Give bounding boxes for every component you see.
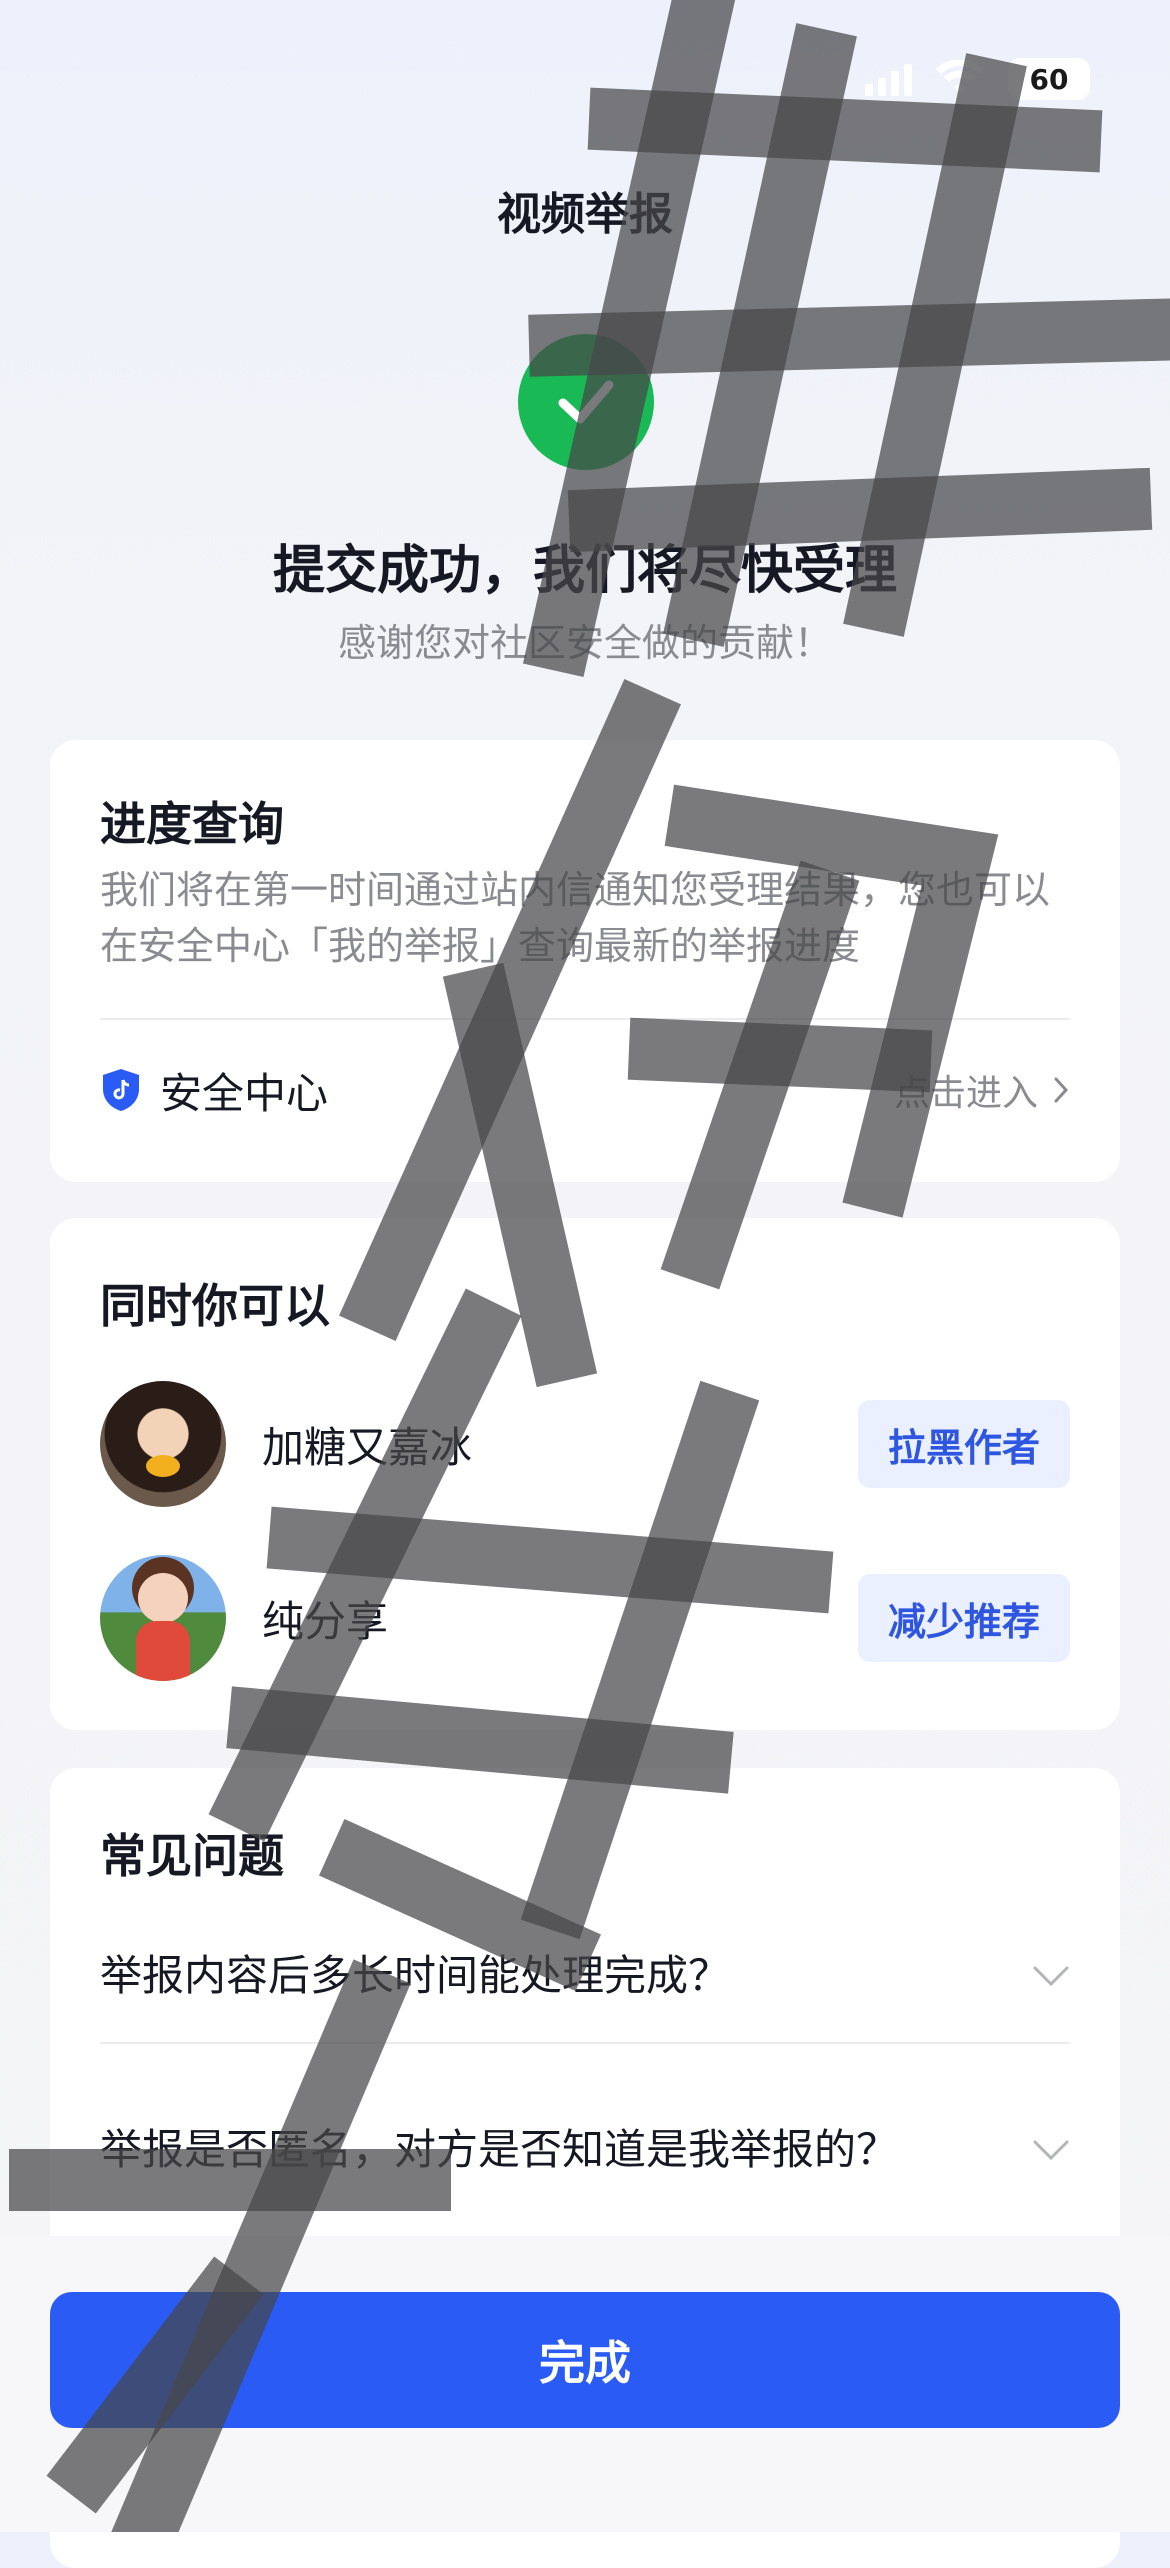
also-card: 同时你可以 加糖又嘉冰 拉黑作者 纯分享 减少推荐 [50, 1218, 1120, 1730]
shield-icon [103, 1069, 139, 1111]
check-icon [558, 380, 614, 424]
success-badge [518, 334, 654, 470]
user-row: 纯分享 减少推荐 [100, 1554, 1070, 1682]
done-button[interactable]: 完成 [50, 2292, 1120, 2428]
security-center-action: 点击进入 [893, 1073, 1038, 1114]
progress-card-title: 进度查询 [100, 797, 284, 851]
success-title: 提交成功，我们将尽快受理 [272, 541, 897, 601]
user-name: 纯分享 [262, 1596, 389, 1646]
security-center-left: 安全中心 [100, 1060, 328, 1121]
user-info[interactable]: 纯分享 [100, 1555, 388, 1681]
user-row: 加糖又嘉冰 拉黑作者 [100, 1380, 1070, 1508]
battery-indicator: 60 [1008, 58, 1090, 100]
security-center-row[interactable]: 安全中心 点击进入 [100, 1058, 1070, 1122]
progress-description: 我们将在第一时间通过站内信通知您受理结果，您也可以在安全中心「我的举报」查询最新… [100, 868, 1051, 968]
block-author-button[interactable]: 拉黑作者 [858, 1400, 1070, 1488]
faq-question: 举报内容后多长时间能处理完成？ [100, 1951, 731, 2000]
faq-card-title: 常见问题 [100, 1829, 284, 1883]
security-center-link[interactable]: 点击进入 [894, 1064, 1070, 1116]
divider [100, 1018, 1070, 1020]
success-subtitle: 感谢您对社区安全做的贡献！ [337, 621, 832, 665]
faq-question: 举报是否匿名，对方是否知道是我举报的？ [100, 2125, 899, 2174]
user-info[interactable]: 加糖又嘉冰 [100, 1381, 472, 1507]
wifi-icon [936, 60, 984, 94]
security-center-label: 安全中心 [160, 1068, 329, 1118]
divider [100, 2042, 1070, 2044]
chevron-down-icon [1033, 1966, 1069, 1987]
status-bar: 60 [0, 0, 1170, 140]
reduce-recommendation-button[interactable]: 减少推荐 [858, 1574, 1070, 1662]
faq-item[interactable]: 举报内容后多长时间能处理完成？ [100, 1936, 1070, 2016]
chevron-down-icon [1033, 2140, 1069, 2161]
chevron-right-icon [1054, 1077, 1069, 1103]
avatar[interactable] [100, 1555, 226, 1681]
user-name: 加糖又嘉冰 [262, 1422, 473, 1472]
status-icons: 60 [865, 58, 1090, 100]
also-card-title: 同时你可以 [100, 1279, 330, 1333]
page-title: 视频举报 [497, 189, 673, 240]
progress-card: 进度查询 我们将在第一时间通过站内信通知您受理结果，您也可以在安全中心「我的举报… [50, 740, 1120, 1182]
faq-item[interactable]: 举报是否匿名，对方是否知道是我举报的？ [100, 2080, 1070, 2220]
avatar[interactable] [100, 1381, 226, 1507]
signal-icon [865, 62, 912, 96]
